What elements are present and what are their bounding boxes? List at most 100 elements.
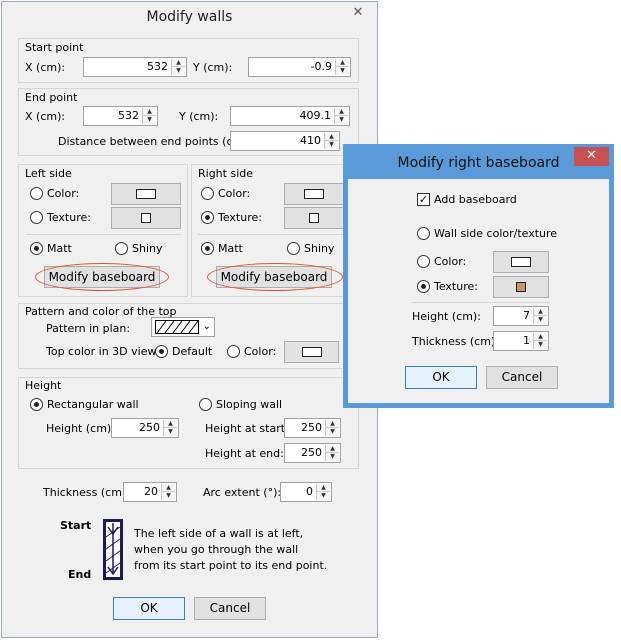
spin-up-icon[interactable]: ▲ <box>326 445 339 453</box>
pattern-dropdown[interactable]: ⌄ <box>151 317 215 337</box>
end-y-label: Y (cm): <box>179 110 219 123</box>
spin-up-icon[interactable]: ▲ <box>317 484 330 492</box>
baseboard-height-spinner[interactable]: ▲ ▼ <box>533 308 547 324</box>
baseboard-thickness-label: Thickness (cm): <box>412 335 499 348</box>
distance-spinner[interactable]: ▲ ▼ <box>324 133 338 149</box>
rectangular-wall-radio[interactable] <box>30 398 43 411</box>
left-shiny-radio[interactable] <box>115 242 128 255</box>
start-y-spinner[interactable]: ▲ ▼ <box>335 59 349 75</box>
thickness-value: 20 <box>144 485 158 498</box>
wall-direction-icon <box>103 519 123 580</box>
spin-down-icon[interactable]: ▼ <box>325 141 338 149</box>
texture-swatch <box>141 213 151 223</box>
spin-up-icon[interactable]: ▲ <box>164 420 177 428</box>
baseboard-texture-button[interactable] <box>493 276 549 298</box>
spin-down-icon[interactable]: ▼ <box>172 67 185 75</box>
spin-down-icon[interactable]: ▼ <box>326 428 339 436</box>
baseboard-thickness-spinner[interactable]: ▲ ▼ <box>533 333 547 349</box>
pattern-in-plan-label: Pattern in plan: <box>46 322 131 335</box>
wall-side-radio[interactable] <box>417 227 430 240</box>
arc-extent-field[interactable]: 0 ▲ ▼ <box>280 482 332 502</box>
end-x-spinner[interactable]: ▲ ▼ <box>142 108 156 124</box>
height-at-start-spinner[interactable]: ▲ ▼ <box>325 420 339 436</box>
height-spinner[interactable]: ▲ ▼ <box>163 420 177 436</box>
left-side-label: Left side <box>25 167 72 180</box>
spin-up-icon[interactable]: ▲ <box>172 59 185 67</box>
left-texture-radio[interactable] <box>30 211 43 224</box>
cancel-button[interactable]: Cancel <box>194 597 266 620</box>
right-texture-radio[interactable] <box>201 211 214 224</box>
end-x-field[interactable]: 532 ▲ ▼ <box>83 106 158 126</box>
right-texture-button[interactable] <box>284 207 344 229</box>
baseboard-color-radio[interactable] <box>417 255 430 268</box>
right-shiny-radio[interactable] <box>287 242 300 255</box>
diagram-text-line-3: from its start point to its end point. <box>134 559 328 572</box>
spin-down-icon[interactable]: ▼ <box>317 492 330 500</box>
height-label: Height (cm): <box>46 422 115 435</box>
spin-up-icon[interactable]: ▲ <box>143 108 156 116</box>
top-color-button[interactable] <box>284 341 339 363</box>
spin-down-icon[interactable]: ▼ <box>162 492 175 500</box>
spin-down-icon[interactable]: ▼ <box>335 116 348 124</box>
add-baseboard-checkbox[interactable]: ✓ <box>417 193 430 206</box>
right-color-radio[interactable] <box>201 187 214 200</box>
left-texture-button[interactable] <box>111 207 181 229</box>
start-y-field[interactable]: -0.9 ▲ ▼ <box>248 57 351 77</box>
baseboard-texture-radio[interactable] <box>417 280 430 293</box>
baseboard-texture-label: Texture: <box>434 280 478 293</box>
spin-down-icon[interactable]: ▼ <box>534 341 547 349</box>
spin-down-icon[interactable]: ▼ <box>534 316 547 324</box>
modify-baseboard-dialog: Modify right baseboard ✕ <box>343 144 614 408</box>
top-color-radio[interactable] <box>227 345 240 358</box>
spin-up-icon[interactable]: ▲ <box>335 108 348 116</box>
thickness-field[interactable]: 20 ▲ ▼ <box>123 482 177 502</box>
baseboard-cancel-button[interactable]: Cancel <box>486 366 558 389</box>
baseboard-color-button[interactable] <box>493 251 549 273</box>
spin-down-icon[interactable]: ▼ <box>326 453 339 461</box>
height-at-start-field[interactable]: 250 ▲ ▼ <box>284 418 341 438</box>
spin-down-icon[interactable]: ▼ <box>143 116 156 124</box>
left-color-button[interactable] <box>111 183 181 205</box>
spin-up-icon[interactable]: ▲ <box>162 484 175 492</box>
height-field[interactable]: 250 ▲ ▼ <box>111 418 179 438</box>
rectangular-wall-label: Rectangular wall <box>47 398 139 411</box>
close-icon: ✕ <box>586 148 597 163</box>
spin-up-icon[interactable]: ▲ <box>336 59 349 67</box>
chevron-down-icon: ⌄ <box>202 321 211 332</box>
baseboard-thickness-field[interactable]: 1 ▲ ▼ <box>493 331 549 351</box>
spin-up-icon[interactable]: ▲ <box>534 333 547 341</box>
right-matt-radio[interactable] <box>201 242 214 255</box>
start-y-value: -0.9 <box>310 60 332 73</box>
spin-up-icon[interactable]: ▲ <box>325 133 338 141</box>
ok-button[interactable]: OK <box>113 597 185 620</box>
end-point-label: End point <box>25 91 78 104</box>
left-matt-radio[interactable] <box>30 242 43 255</box>
thickness-spinner[interactable]: ▲ ▼ <box>161 484 175 500</box>
arc-extent-spinner[interactable]: ▲ ▼ <box>316 484 330 500</box>
close-button[interactable]: ✕ <box>343 4 373 22</box>
baseboard-height-field[interactable]: 7 ▲ ▼ <box>493 306 549 326</box>
distance-field[interactable]: 410 ▲ ▼ <box>230 131 340 151</box>
baseboard-height-value: 7 <box>523 309 530 322</box>
spin-down-icon[interactable]: ▼ <box>336 67 349 75</box>
right-color-label: Color: <box>218 187 251 200</box>
spin-down-icon[interactable]: ▼ <box>164 428 177 436</box>
end-y-spinner[interactable]: ▲ ▼ <box>334 108 348 124</box>
baseboard-close-button[interactable]: ✕ <box>574 147 609 166</box>
start-x-spinner[interactable]: ▲ ▼ <box>171 59 185 75</box>
spin-up-icon[interactable]: ▲ <box>534 308 547 316</box>
baseboard-dialog-title: Modify right baseboard <box>348 147 609 179</box>
spin-up-icon[interactable]: ▲ <box>326 420 339 428</box>
start-x-field[interactable]: 532 ▲ ▼ <box>83 57 187 77</box>
left-color-radio[interactable] <box>30 187 43 200</box>
top-color-option-label: Color: <box>244 345 277 358</box>
right-color-button[interactable] <box>284 183 344 205</box>
baseboard-ok-button[interactable]: OK <box>405 366 477 389</box>
sloping-wall-radio[interactable] <box>199 398 212 411</box>
height-at-end-spinner[interactable]: ▲ ▼ <box>325 445 339 461</box>
arc-extent-value: 0 <box>306 485 313 498</box>
end-y-field[interactable]: 409.1 ▲ ▼ <box>230 106 350 126</box>
top-default-radio[interactable] <box>155 345 168 358</box>
height-at-end-field[interactable]: 250 ▲ ▼ <box>284 443 341 463</box>
color-swatch <box>511 257 531 267</box>
